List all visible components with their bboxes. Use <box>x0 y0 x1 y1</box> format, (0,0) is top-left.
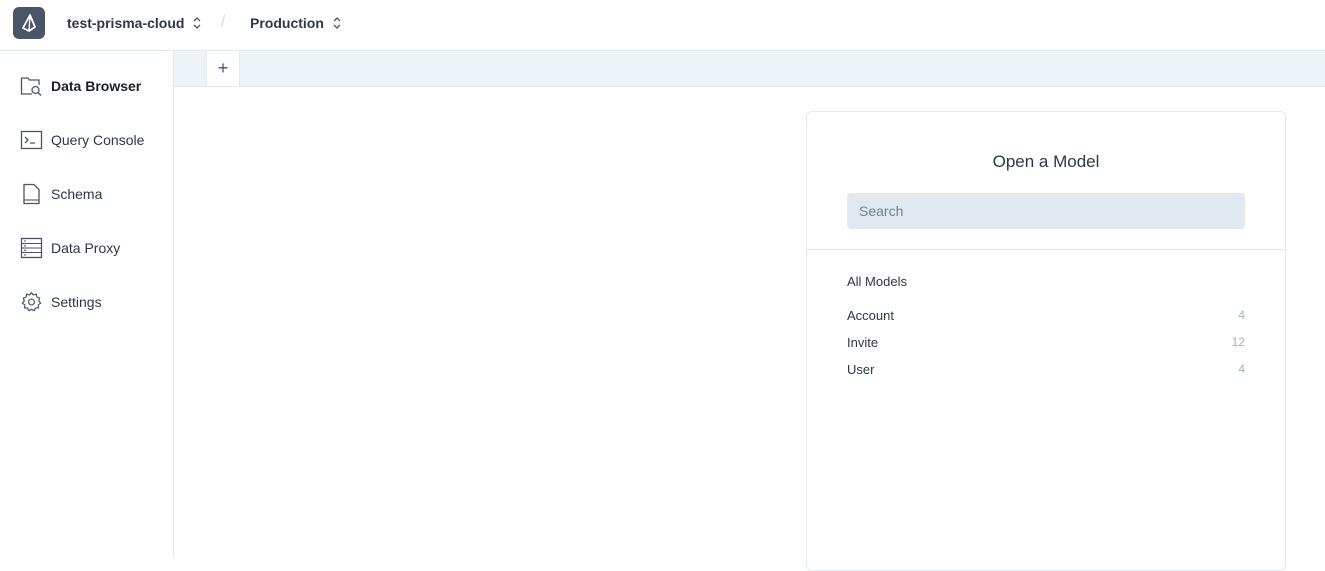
chevron-up-down-icon <box>333 17 341 29</box>
sidebar-item-label: Query Console <box>51 132 145 148</box>
add-tab-button[interactable]: + <box>206 51 240 86</box>
project-name: test-prisma-cloud <box>67 15 185 31</box>
project-selector[interactable]: test-prisma-cloud <box>67 14 202 32</box>
prisma-logo[interactable] <box>13 7 45 39</box>
model-count: 4 <box>1238 308 1245 322</box>
tab-strip: + <box>174 51 1325 87</box>
model-name: User <box>847 361 875 377</box>
prisma-logo-icon <box>22 14 36 32</box>
chevron-up-down-icon <box>194 17 201 29</box>
terminal-icon <box>20 130 43 150</box>
model-name: Account <box>847 307 894 323</box>
open-model-panel: Open a Model All Models Account 4 Invite… <box>806 111 1286 571</box>
sidebar-item-label: Data Proxy <box>51 240 121 256</box>
sidebar-item-query-console[interactable]: Query Console <box>20 128 170 152</box>
sidebar-item-settings[interactable]: Settings <box>20 290 170 314</box>
model-item-invite[interactable]: Invite 12 <box>847 332 1245 352</box>
divider <box>807 249 1285 250</box>
top-bar: test-prisma-cloud / Production <box>0 0 1325 51</box>
model-item-user[interactable]: User 4 <box>847 359 1245 379</box>
model-count: 4 <box>1238 362 1245 376</box>
model-count: 12 <box>1231 335 1245 349</box>
sidebar-item-data-proxy[interactable]: Data Proxy <box>20 236 170 260</box>
sidebar: Data Browser Query Console Schema Data P… <box>0 51 174 557</box>
data-browser-icon <box>20 77 42 96</box>
breadcrumb-separator: / <box>221 13 226 30</box>
server-icon <box>20 237 43 259</box>
sidebar-item-label: Schema <box>51 186 103 202</box>
search-input[interactable] <box>847 193 1245 229</box>
all-models-heading: All Models <box>847 274 907 289</box>
sidebar-item-label: Settings <box>51 294 102 310</box>
sidebar-item-data-browser[interactable]: Data Browser <box>20 74 170 98</box>
gear-icon <box>21 292 42 312</box>
sidebar-item-label: Data Browser <box>51 78 142 94</box>
file-icon <box>23 183 40 205</box>
sidebar-item-schema[interactable]: Schema <box>20 182 170 206</box>
panel-title: Open a Model <box>992 152 1100 171</box>
environment-selector[interactable]: Production <box>250 14 342 32</box>
model-name: Invite <box>847 334 879 350</box>
environment-name: Production <box>250 15 324 31</box>
model-item-account[interactable]: Account 4 <box>847 305 1245 325</box>
